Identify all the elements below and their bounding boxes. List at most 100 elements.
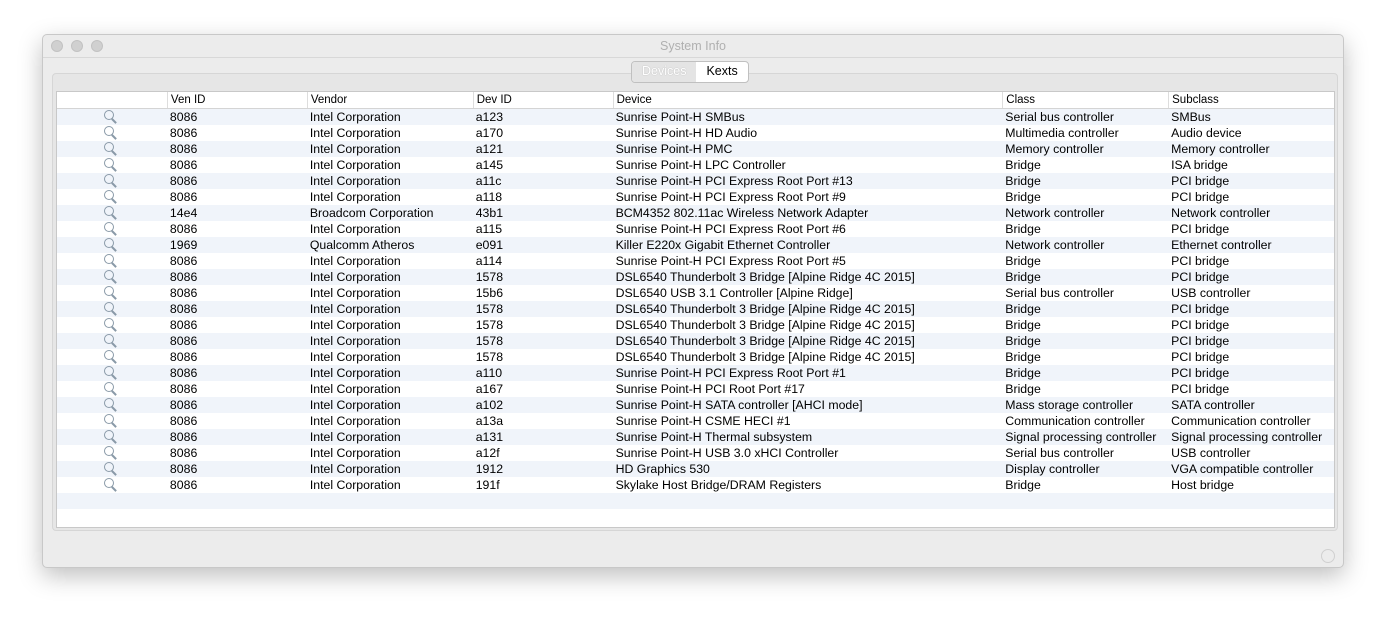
table-row[interactable]: 8086 Intel Corporation a11c Sunrise Point-H…: [57, 173, 1334, 189]
dev-id-cell: 1578: [475, 318, 504, 332]
inspect-cell[interactable]: [57, 189, 167, 205]
inspect-cell[interactable]: [57, 445, 167, 461]
table-row[interactable]: 8086 Intel Corporation 191f Skylake Host Br…: [57, 477, 1334, 493]
dev-id-cell: 1578: [475, 302, 504, 316]
inspect-cell[interactable]: [57, 381, 167, 397]
inspect-cell[interactable]: [57, 173, 167, 189]
resize-grip[interactable]: [1321, 549, 1335, 563]
inspect-cell[interactable]: [57, 157, 167, 173]
magnifier-icon[interactable]: [103, 397, 117, 411]
magnifier-icon[interactable]: [103, 253, 117, 267]
inspect-cell[interactable]: [57, 429, 167, 445]
table-row[interactable]: 8086 Intel Corporation 1578 DSL6540 Thunder…: [57, 269, 1334, 285]
magnifier-icon[interactable]: [103, 349, 117, 363]
vendor-cell: Intel Corporation: [309, 462, 401, 476]
vendor-cell: Intel Corporation: [309, 302, 401, 316]
table-row[interactable]: 8086 Intel Corporation a170 Sunrise Point-H…: [57, 125, 1334, 141]
table-row[interactable]: 8086 Intel Corporation a102 Sunrise Point-H…: [57, 397, 1334, 413]
vendor-cell: Intel Corporation: [309, 126, 401, 140]
subclass-cell: USB controller: [1171, 446, 1251, 460]
column-header-device[interactable]: Device: [612, 92, 1003, 108]
column-header-class[interactable]: Class: [1002, 92, 1168, 108]
table-row[interactable]: 8086 Intel Corporation a121 Sunrise Point-H…: [57, 141, 1334, 157]
inspect-cell[interactable]: [57, 237, 167, 253]
magnifier-icon[interactable]: [103, 461, 117, 475]
ven-id-cell: 8086: [169, 462, 198, 476]
inspect-cell[interactable]: [57, 461, 167, 477]
inspect-cell[interactable]: [57, 349, 167, 365]
table-row[interactable]: 14e4 Broadcom Corporation 43b1 BCM4352 802.…: [57, 205, 1334, 221]
class-cell: Bridge: [1005, 334, 1041, 348]
magnifier-icon[interactable]: [103, 445, 117, 459]
table-row[interactable]: 8086 Intel Corporation a12f Sunrise Point-H…: [57, 445, 1334, 461]
class-cell: Serial bus controller: [1005, 286, 1114, 300]
inspect-cell[interactable]: [57, 301, 167, 317]
table-row[interactable]: 8086 Intel Corporation a145 Sunrise Point-H…: [57, 157, 1334, 173]
subclass-cell: PCI bridge: [1171, 366, 1230, 380]
table-row[interactable]: 8086 Intel Corporation 15b6 DSL6540 USB 3.1…: [57, 285, 1334, 301]
table-row[interactable]: 8086 Intel Corporation a123 Sunrise Point-H…: [57, 109, 1334, 125]
inspect-cell[interactable]: [57, 397, 167, 413]
column-header-vendor[interactable]: Vendor: [306, 92, 473, 108]
magnifier-icon[interactable]: [103, 477, 117, 491]
magnifier-icon[interactable]: [103, 157, 117, 171]
subclass-cell: SATA controller: [1171, 398, 1255, 412]
subclass-cell: VGA compatible controller: [1171, 462, 1314, 476]
class-cell: Signal processing controller: [1005, 430, 1157, 444]
inspect-cell[interactable]: [57, 413, 167, 429]
magnifier-icon[interactable]: [103, 365, 117, 379]
magnifier-icon[interactable]: [103, 333, 117, 347]
magnifier-icon[interactable]: [103, 125, 117, 139]
magnifier-icon[interactable]: [103, 413, 117, 427]
magnifier-icon[interactable]: [103, 189, 117, 203]
table-row[interactable]: 1969 Qualcomm Atheros e091 Killer E220x Gig…: [57, 237, 1334, 253]
class-cell: Bridge: [1005, 302, 1041, 316]
magnifier-icon[interactable]: [103, 429, 117, 443]
table-row[interactable]: 8086 Intel Corporation 1578 DSL6540 Thunder…: [57, 301, 1334, 317]
table-row[interactable]: 8086 Intel Corporation a13a Sunrise Point-H…: [57, 413, 1334, 429]
magnifier-icon[interactable]: [103, 237, 117, 251]
inspect-cell[interactable]: [57, 141, 167, 157]
tab-kexts[interactable]: Kexts: [696, 62, 747, 82]
inspect-cell[interactable]: [57, 365, 167, 381]
magnifier-icon[interactable]: [103, 141, 117, 155]
magnifier-icon[interactable]: [103, 221, 117, 235]
inspect-cell[interactable]: [57, 333, 167, 349]
magnifier-icon[interactable]: [103, 301, 117, 315]
table-row[interactable]: 8086 Intel Corporation a167 Sunrise Point-H…: [57, 381, 1334, 397]
column-header-icon[interactable]: [57, 92, 167, 108]
table-row[interactable]: 8086 Intel Corporation a115 Sunrise Point-H…: [57, 221, 1334, 237]
tab-devices[interactable]: Devices: [632, 62, 697, 82]
table-row[interactable]: 8086 Intel Corporation a110 Sunrise Point-H…: [57, 365, 1334, 381]
magnifier-icon[interactable]: [103, 381, 117, 395]
table-row[interactable]: 8086 Intel Corporation 1578 DSL6540 Thunder…: [57, 317, 1334, 333]
table-row[interactable]: 8086 Intel Corporation 1578 DSL6540 Thunder…: [57, 333, 1334, 349]
magnifier-icon[interactable]: [103, 173, 117, 187]
magnifier-icon[interactable]: [103, 205, 117, 219]
dev-id-cell: a110: [475, 366, 503, 380]
magnifier-icon[interactable]: [103, 269, 117, 283]
vendor-cell: Intel Corporation: [309, 286, 401, 300]
column-header-dev-id[interactable]: Dev ID: [472, 92, 613, 108]
magnifier-icon[interactable]: [103, 109, 117, 123]
column-header-ven-id[interactable]: Ven ID: [166, 92, 307, 108]
magnifier-icon[interactable]: [103, 285, 117, 299]
inspect-cell[interactable]: [57, 205, 167, 221]
inspect-cell[interactable]: [57, 221, 167, 237]
table-row[interactable]: 8086 Intel Corporation a118 Sunrise Point-H…: [57, 189, 1334, 205]
inspect-cell[interactable]: [57, 285, 167, 301]
table-row[interactable]: 8086 Intel Corporation a114 Sunrise Point-H…: [57, 253, 1334, 269]
class-cell: Communication controller: [1005, 414, 1145, 428]
device-cell: DSL6540 Thunderbolt 3 Bridge [Alpine Rid…: [615, 350, 915, 364]
inspect-cell[interactable]: [57, 125, 167, 141]
table-row[interactable]: 8086 Intel Corporation a131 Sunrise Point-H…: [57, 429, 1334, 445]
inspect-cell[interactable]: [57, 269, 167, 285]
inspect-cell[interactable]: [57, 477, 167, 493]
column-header-subclass[interactable]: Subclass: [1168, 92, 1334, 108]
inspect-cell[interactable]: [57, 317, 167, 333]
inspect-cell[interactable]: [57, 109, 167, 125]
table-row[interactable]: 8086 Intel Corporation 1578 DSL6540 Thunder…: [57, 349, 1334, 365]
magnifier-icon[interactable]: [103, 317, 117, 331]
table-row[interactable]: 8086 Intel Corporation 1912 HD Graphics 530…: [57, 461, 1334, 477]
inspect-cell[interactable]: [57, 253, 167, 269]
